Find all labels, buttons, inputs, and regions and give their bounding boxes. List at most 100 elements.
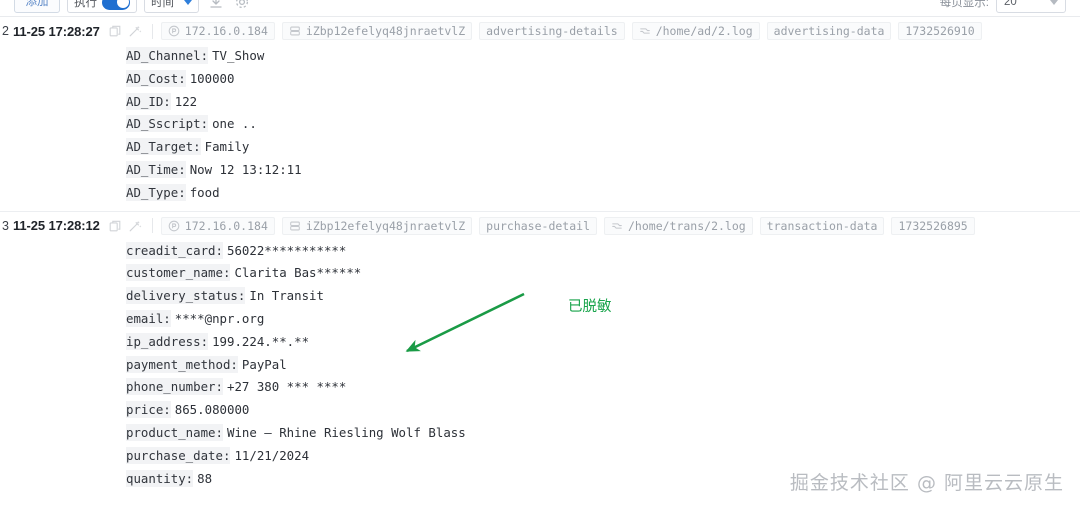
log-field-key: AD_ID: bbox=[126, 92, 171, 110]
log-field-row[interactable]: creadit_card: 56022*********** bbox=[126, 240, 1080, 263]
page-size-select[interactable]: 20 bbox=[996, 0, 1066, 13]
log-tag-text: 1732526910 bbox=[905, 24, 975, 38]
log-field-row[interactable]: AD_ID: 122 bbox=[126, 91, 1080, 114]
log-field-value: PayPal bbox=[241, 356, 287, 372]
ip-icon bbox=[168, 25, 180, 37]
log-tag-chip[interactable]: iZbp12efelyq48jnraetvlZ bbox=[281, 216, 473, 235]
log-tag-text: advertising-details bbox=[486, 24, 618, 38]
log-field-value: +27 380 *** **** bbox=[226, 379, 347, 395]
execute-toggle[interactable] bbox=[102, 0, 130, 10]
watermark: 掘金技术社区 @ 阿里云云原生 bbox=[789, 472, 1064, 494]
chevron-down-icon bbox=[1050, 0, 1058, 5]
path-icon bbox=[639, 25, 651, 37]
download-icon[interactable] bbox=[206, 0, 226, 12]
log-field-value: Clarita Bas****** bbox=[234, 265, 362, 281]
log-tag-text: 172.16.0.184 bbox=[184, 24, 268, 38]
log-field-row[interactable]: AD_Cost: 100000 bbox=[126, 68, 1080, 91]
host-icon bbox=[289, 220, 301, 232]
gear-icon[interactable] bbox=[232, 0, 252, 12]
log-tag-chip[interactable]: purchase-detail bbox=[479, 216, 597, 235]
log-entry-header: 3 11-25 17:28:12 172.16.0.184 iZbp12efelyq4… bbox=[0, 215, 1080, 237]
log-field-value: one .. bbox=[212, 116, 257, 132]
log-field-key: price: bbox=[126, 401, 171, 419]
copy-icon[interactable] bbox=[107, 217, 124, 234]
log-tag-chip[interactable]: 1732526910 bbox=[898, 22, 982, 40]
row-index: 2 bbox=[2, 24, 9, 38]
log-field-row[interactable]: phone_number: +27 380 *** **** bbox=[126, 376, 1080, 399]
log-field-key: email: bbox=[126, 309, 171, 327]
log-tag-chip[interactable]: transaction-data bbox=[759, 216, 885, 235]
log-field-key: AD_Cost: bbox=[126, 69, 186, 87]
log-entry-header: 2 11-25 17:28:27 172.16.0.184 iZbp12efelyq4… bbox=[0, 20, 1080, 42]
log-tag-chip[interactable]: 172.16.0.184 bbox=[160, 22, 275, 40]
log-field-value: Family bbox=[204, 139, 250, 155]
toolbar: 添加 执行 时间 每页显示: 20 bbox=[0, 0, 1080, 17]
log-entry[interactable]: 2 11-25 17:28:27 172.16.0.184 iZbp12efelyq4… bbox=[0, 20, 1080, 211]
log-field-row[interactable]: payment_method: PayPal bbox=[126, 354, 1080, 377]
execute-toggle-group[interactable]: 执行 bbox=[67, 0, 137, 13]
log-field-row[interactable]: customer_name: Clarita Bas****** bbox=[126, 262, 1080, 285]
log-tag-chip[interactable]: advertising-data bbox=[766, 22, 892, 40]
log-field-key: product_name: bbox=[126, 423, 223, 441]
log-field-key: AD_Type: bbox=[126, 183, 186, 201]
log-field-key: ip_address: bbox=[126, 332, 209, 350]
chevron-down-icon bbox=[184, 0, 192, 5]
log-field-list: AD_Channel: TV_Show AD_Cost: 100000 AD_ID: 12… bbox=[0, 42, 1080, 211]
log-tag-chip[interactable]: 1732526895 bbox=[891, 216, 975, 235]
log-tag-chip[interactable]: advertising-details bbox=[479, 22, 625, 40]
log-timestamp: 11-25 17:28:12 bbox=[13, 218, 100, 234]
ip-icon bbox=[168, 220, 180, 232]
log-field-value: Now 12 13:12:11 bbox=[189, 161, 302, 177]
log-field-row[interactable]: AD_Target: Family bbox=[126, 136, 1080, 159]
log-field-key: customer_name: bbox=[126, 264, 231, 282]
log-field-key: AD_Time: bbox=[126, 160, 186, 178]
log-field-key: delivery_status: bbox=[126, 287, 246, 305]
log-field-row[interactable]: AD_Channel: TV_Show bbox=[126, 45, 1080, 68]
log-field-row[interactable]: price: 865.080000 bbox=[126, 399, 1080, 422]
log-field-value: 56022*********** bbox=[226, 242, 347, 258]
log-field-value: 11/21/2024 bbox=[234, 447, 310, 463]
magic-wand-icon[interactable] bbox=[127, 23, 144, 40]
log-field-row[interactable]: AD_Time: Now 12 13:12:11 bbox=[126, 159, 1080, 182]
path-icon bbox=[611, 220, 623, 232]
log-entry[interactable]: 3 11-25 17:28:12 172.16.0.184 iZbp12efelyq4… bbox=[0, 210, 1080, 497]
header-divider bbox=[151, 218, 153, 234]
host-icon bbox=[289, 25, 301, 37]
log-field-value: food bbox=[189, 184, 220, 200]
row-index: 3 bbox=[2, 218, 9, 233]
log-field-value: TV_Show bbox=[212, 48, 265, 63]
page-size-value: 20 bbox=[1004, 0, 1017, 8]
log-field-row[interactable]: AD_Sscript: one .. bbox=[126, 113, 1080, 136]
log-tag-text: 172.16.0.184 bbox=[184, 218, 268, 233]
log-field-list: creadit_card: 56022*********** customer_na… bbox=[0, 237, 1080, 497]
copy-icon[interactable] bbox=[107, 23, 124, 40]
log-tag-chip[interactable]: iZbp12efelyq48jnraetvlZ bbox=[281, 22, 473, 40]
header-divider bbox=[151, 23, 153, 39]
log-tag-text: iZbp12efelyq48jnraetvlZ bbox=[305, 24, 466, 38]
log-field-key: phone_number: bbox=[126, 378, 223, 396]
add-button[interactable]: 添加 bbox=[14, 0, 60, 13]
log-field-value: ****@npr.org bbox=[174, 310, 265, 326]
time-label: 时间 bbox=[151, 0, 174, 9]
log-field-key: AD_Sscript: bbox=[126, 115, 209, 133]
log-field-value: In Transit bbox=[249, 288, 324, 304]
log-tag-chip[interactable]: /home/ad/2.log bbox=[631, 22, 760, 40]
log-tag-text: /home/trans/2.log bbox=[628, 218, 746, 233]
log-field-value: 122 bbox=[174, 93, 198, 109]
log-entry-list[interactable]: 2 11-25 17:28:27 172.16.0.184 iZbp12efelyq4… bbox=[0, 17, 1080, 507]
log-field-row[interactable]: AD_Type: food bbox=[126, 182, 1080, 205]
log-field-key: creadit_card: bbox=[126, 241, 223, 259]
log-timestamp: 11-25 17:28:27 bbox=[13, 23, 100, 39]
magic-wand-icon[interactable] bbox=[127, 217, 144, 234]
page-size-label: 每页显示: bbox=[939, 0, 989, 9]
log-field-row[interactable]: ip_address: 199.224.**.** bbox=[126, 331, 1080, 354]
time-dropdown[interactable]: 时间 bbox=[144, 0, 199, 13]
log-field-row[interactable]: product_name: Wine — Rhine Riesling Wolf … bbox=[126, 422, 1080, 445]
annotation-label: 已脱敏 bbox=[568, 299, 612, 315]
log-tag-chip[interactable]: /home/trans/2.log bbox=[604, 216, 753, 235]
execute-label: 执行 bbox=[74, 0, 97, 9]
log-field-key: AD_Channel: bbox=[126, 47, 209, 64]
log-field-row[interactable]: purchase_date: 11/21/2024 bbox=[126, 445, 1080, 468]
log-tag-chip[interactable]: 172.16.0.184 bbox=[160, 216, 275, 235]
log-tag-text: iZbp12efelyq48jnraetvlZ bbox=[305, 218, 466, 233]
